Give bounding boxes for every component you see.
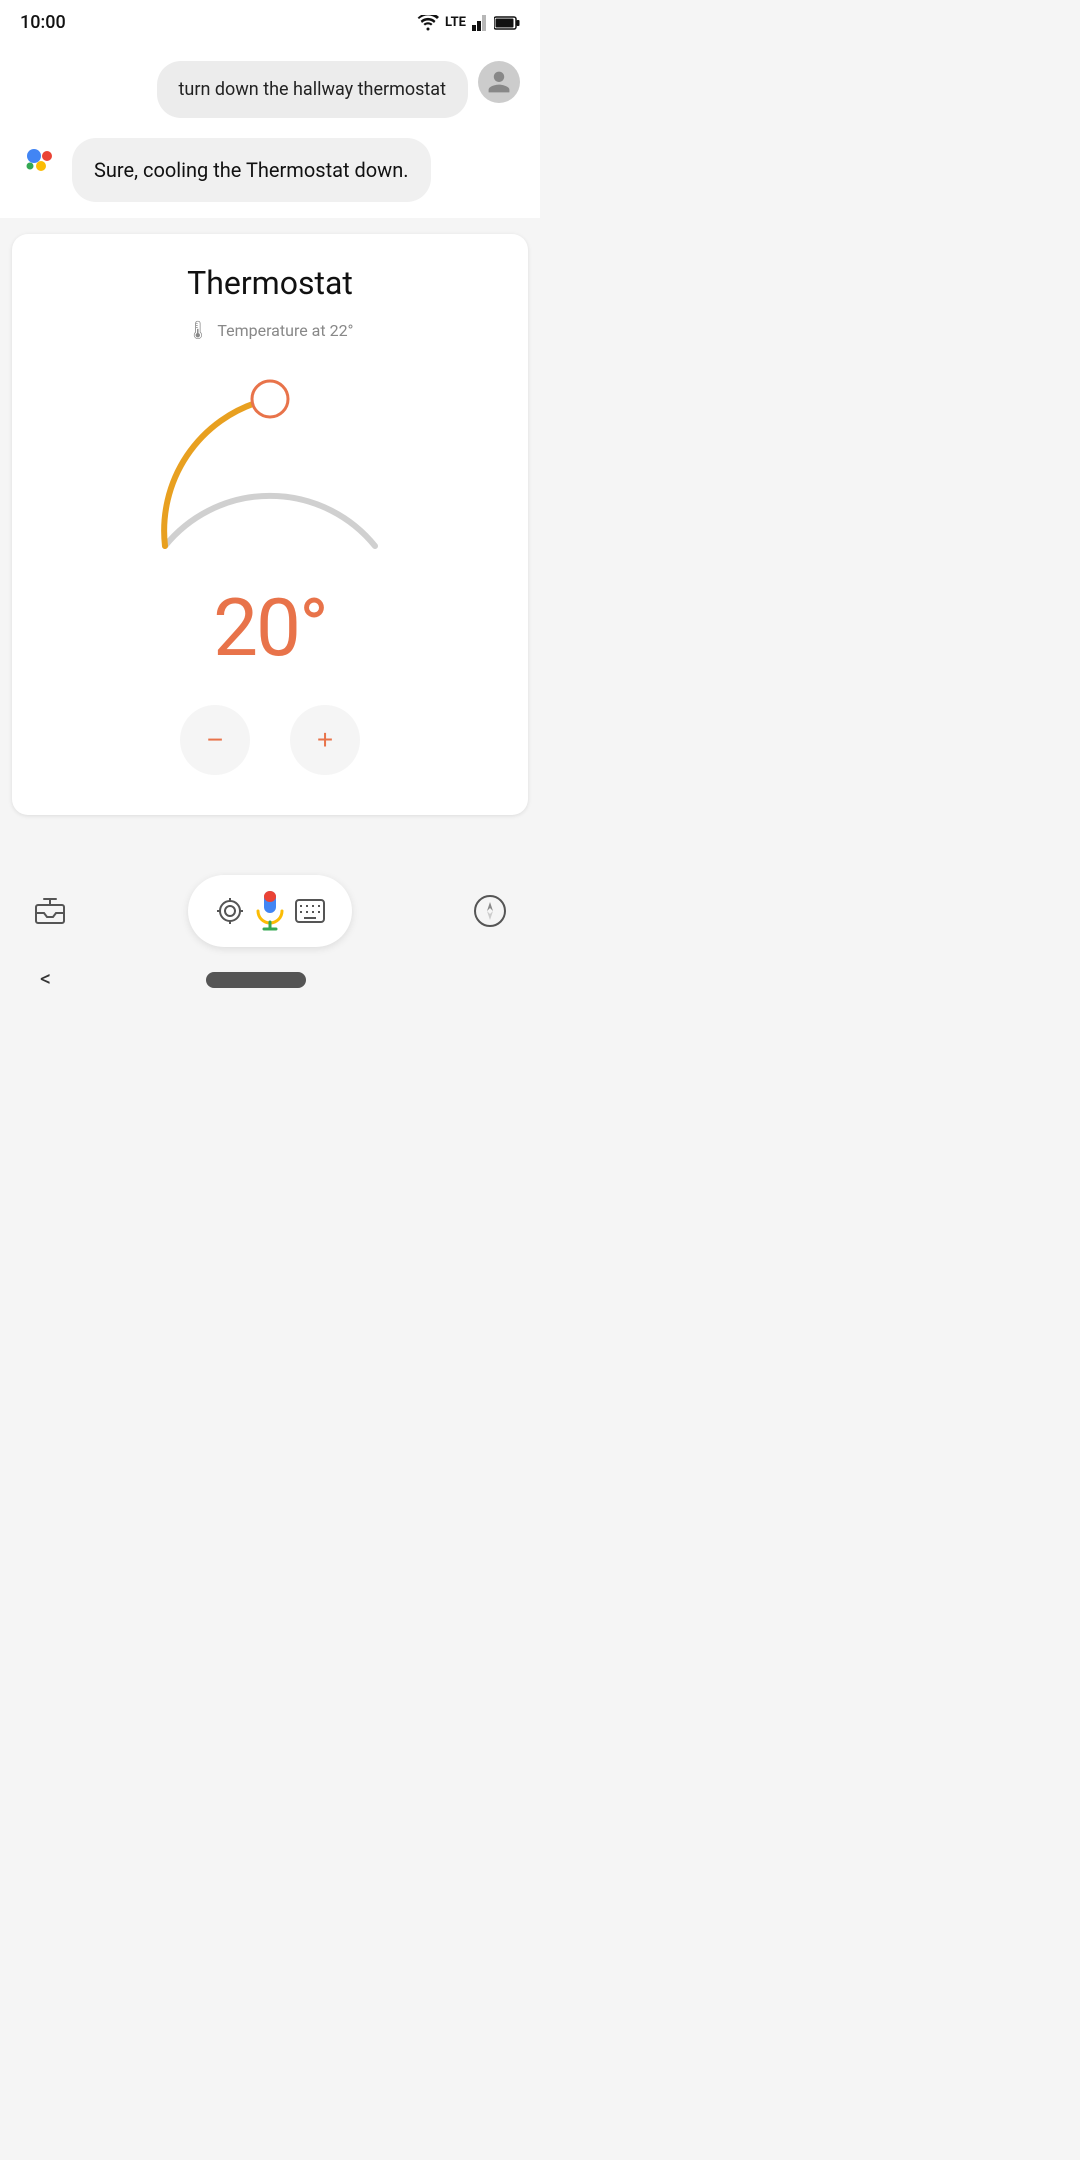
decrease-button[interactable]: − [180, 705, 250, 775]
battery-icon [494, 16, 520, 30]
keyboard-icon[interactable] [292, 893, 328, 929]
outer-toolbar [0, 851, 540, 957]
temperature-label-text: Temperature at 22° [217, 321, 353, 340]
assistant-bubble: Sure, cooling the Thermostat down. [72, 138, 431, 202]
back-button[interactable]: < [40, 967, 51, 992]
controls-row: − + [32, 705, 508, 775]
wifi-icon [417, 15, 439, 31]
thermostat-card: Thermostat 🌡 Temperature at 22° 20° − + [12, 234, 528, 815]
thermometer-icon: 🌡 [186, 320, 209, 341]
status-time: 10:00 [20, 12, 66, 33]
user-avatar [478, 61, 520, 103]
thermostat-title: Thermostat [32, 264, 508, 302]
inbox-icon[interactable] [30, 891, 70, 931]
assistant-message-row: Sure, cooling the Thermostat down. [20, 138, 520, 202]
microphone-icon[interactable] [248, 889, 292, 933]
person-icon [486, 69, 512, 95]
lens-icon[interactable] [212, 893, 248, 929]
signal-icon [472, 15, 488, 31]
compass-icon[interactable] [470, 891, 510, 931]
thermostat-dial[interactable] [110, 351, 430, 571]
bottom-area: < [0, 831, 540, 1012]
chat-area: turn down the hallway thermostat Sure, c… [0, 41, 540, 218]
google-assistant-logo [20, 138, 62, 180]
status-bar: 10:00 LTE [0, 0, 540, 41]
user-message-row: turn down the hallway thermostat [20, 61, 520, 118]
home-indicator[interactable] [206, 972, 306, 988]
nav-bar: < [0, 957, 540, 1012]
lte-label: LTE [445, 15, 466, 30]
status-icons: LTE [417, 15, 520, 31]
assistant-bar [188, 875, 352, 947]
temperature-display: 20° [32, 581, 508, 675]
temperature-label: 🌡 Temperature at 22° [32, 320, 508, 341]
increase-button[interactable]: + [290, 705, 360, 775]
user-bubble: turn down the hallway thermostat [157, 61, 468, 118]
